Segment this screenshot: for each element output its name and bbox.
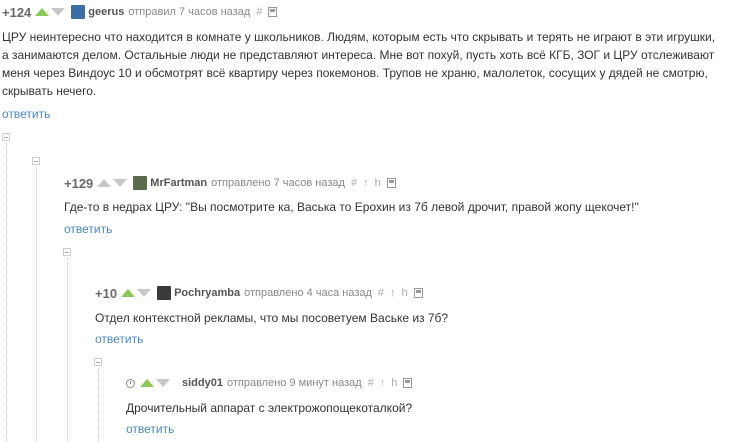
arrow-up-icon[interactable]: ↑ <box>390 287 396 299</box>
permalink-icon[interactable]: # <box>351 177 357 189</box>
timestamp[interactable]: отправлено 4 часа назад <box>244 287 372 299</box>
permalink-icon[interactable]: # <box>378 287 384 299</box>
username[interactable]: geerus <box>88 6 124 18</box>
comment-header: siddy01 отправлено 9 минут назад # ↑ h <box>126 375 416 391</box>
username[interactable]: Pochryamba <box>174 287 240 299</box>
username[interactable]: MrFartman <box>150 177 207 189</box>
thread-line <box>6 143 7 442</box>
downvote-icon[interactable] <box>156 379 170 387</box>
thread-line <box>98 368 99 442</box>
permalink-icon[interactable]: # <box>368 377 374 389</box>
arrow-up-icon[interactable]: ↑ <box>380 377 386 389</box>
upvote-icon[interactable] <box>35 8 50 16</box>
collapse-icon[interactable] <box>32 157 40 165</box>
save-icon[interactable] <box>268 7 278 17</box>
clock-icon <box>126 378 135 388</box>
collapse-icon[interactable] <box>63 248 71 256</box>
reply-link[interactable]: ответить <box>95 332 143 346</box>
username[interactable]: siddy01 <box>182 377 223 389</box>
avatar[interactable] <box>71 5 86 19</box>
parent-icon[interactable]: h <box>375 177 381 189</box>
reply-link[interactable]: ответить <box>126 422 174 436</box>
avatar[interactable] <box>157 286 172 300</box>
permalink-icon[interactable]: # <box>256 6 262 18</box>
thread-line <box>36 167 37 442</box>
thread-line <box>67 258 68 442</box>
save-icon[interactable] <box>413 288 423 298</box>
comment-text: Дрочительный аппарат с электрожопощекота… <box>126 401 413 415</box>
comment-header: +124 geerus отправил 7 часов назад # <box>2 4 281 20</box>
avatar[interactable] <box>133 176 148 190</box>
downvote-icon[interactable] <box>113 179 128 187</box>
comment-header: +129 MrFartman отправлено 7 часов назад … <box>64 175 400 191</box>
collapse-icon[interactable] <box>2 133 10 141</box>
save-icon[interactable] <box>403 378 413 388</box>
reply-link[interactable]: ответить <box>2 107 50 121</box>
comment-text: ЦРУ неинтересно что находится в комнате … <box>2 30 716 98</box>
comment-rating: +129 <box>64 175 94 191</box>
timestamp[interactable]: отправлено 9 минут назад <box>227 377 362 389</box>
reply-link[interactable]: ответить <box>64 222 112 236</box>
parent-icon[interactable]: h <box>391 377 397 389</box>
upvote-icon[interactable] <box>140 379 154 387</box>
timestamp[interactable]: отправлено 7 часов назад <box>211 177 345 189</box>
downvote-icon[interactable] <box>51 8 66 16</box>
comment-header: +10 Pochryamba отправлено 4 часа назад #… <box>95 285 427 301</box>
timestamp[interactable]: отправил 7 часов назад <box>128 6 250 18</box>
save-icon[interactable] <box>386 178 396 188</box>
comment-text: Отдел контекстной рекламы, что мы посове… <box>95 311 449 325</box>
parent-icon[interactable]: h <box>402 287 408 299</box>
downvote-icon[interactable] <box>137 289 152 297</box>
upvote-icon[interactable] <box>97 179 112 187</box>
comment-text: Где-то в недрах ЦРУ: "Вы посмотрите ка, … <box>64 200 639 214</box>
upvote-icon[interactable] <box>121 289 136 297</box>
arrow-up-icon[interactable]: ↑ <box>363 177 369 189</box>
collapse-icon[interactable] <box>94 358 102 366</box>
comment-rating: +10 <box>95 285 118 301</box>
comment-rating: +124 <box>2 4 32 20</box>
